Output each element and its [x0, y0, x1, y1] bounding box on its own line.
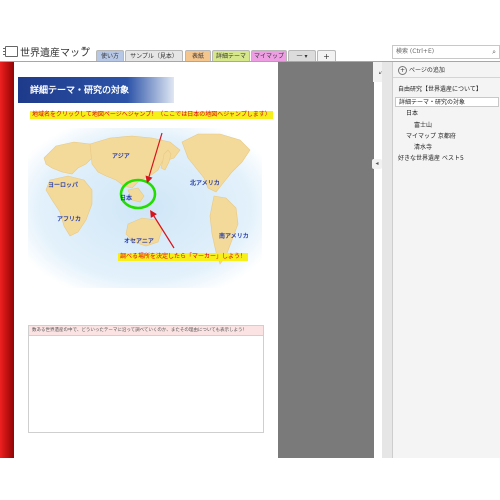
region-link-japan[interactable]: 日本	[120, 193, 132, 202]
subpage-item[interactable]: 清水寺	[414, 143, 432, 153]
subpage-item[interactable]: 富士山	[414, 121, 432, 131]
page-item[interactable]: 自由研究【世界遺産について】	[398, 85, 482, 95]
note-page[interactable]: 詳細テーマ・研究の対象 地域名をクリックして地図ページへジャンプ！（ここでは日本…	[0, 62, 278, 458]
page-item[interactable]: 好きな世界遺産 ベスト5	[398, 154, 464, 164]
page-list-pane: + ページの追加 自由研究【世界遺産について】 詳細テーマ・研究の対象 日本 富士…	[392, 62, 500, 458]
page-accent-bar	[0, 62, 14, 458]
chevron-down-icon[interactable]: ▾	[82, 44, 86, 53]
region-link-north-america[interactable]: 北アメリカ	[190, 178, 220, 187]
region-link-oceania[interactable]: オセアニア	[124, 236, 154, 245]
add-page-label: ページの追加	[409, 67, 445, 74]
region-link-south-america[interactable]: 南アメリカ	[219, 231, 249, 240]
search-input[interactable]: 検索 (Ctrl+E) ⌕	[392, 45, 500, 59]
marker-instruction-note[interactable]: 調べる場所を決定したら「マーカー」しよう！	[118, 253, 249, 261]
page-title[interactable]: 詳細テーマ・研究の対象	[30, 83, 129, 96]
notebook-icon[interactable]	[3, 46, 18, 57]
page-item[interactable]: マイマップ 京都府	[406, 132, 456, 142]
add-page-button[interactable]: + ページの追加	[398, 65, 445, 75]
collapse-pane-icon[interactable]: ◂	[372, 159, 382, 169]
instruction-note[interactable]: 地域名をクリックして地図ページへジャンプ！（ここでは日本の地図へジャンプします）	[30, 111, 273, 119]
page-title-banner: 詳細テーマ・研究の対象	[18, 77, 174, 103]
region-link-asia[interactable]: アジア	[112, 151, 130, 160]
page-list-divider	[393, 77, 500, 78]
region-link-africa[interactable]: アフリカ	[57, 214, 81, 223]
region-link-europe[interactable]: ヨーロッパ	[48, 180, 78, 189]
canvas-margin	[278, 62, 374, 458]
world-map	[28, 128, 262, 288]
theme-text-container[interactable]: 数ある世界遺産の中で、どういったテーマに沿って調べていくのか、またその理由につい…	[28, 325, 264, 433]
notebook-title[interactable]: 世界遺産マップ	[20, 44, 90, 59]
search-placeholder: 検索 (Ctrl+E)	[396, 48, 435, 55]
plus-circle-icon: +	[398, 66, 407, 75]
page-item-selected[interactable]: 詳細テーマ・研究の対象	[395, 97, 499, 107]
pane-divider[interactable]	[382, 62, 392, 458]
text-container-prompt: 数ある世界遺産の中で、どういったテーマに沿って調べていくのか、またその理由につい…	[32, 328, 247, 333]
text-container-header: 数ある世界遺産の中で、どういったテーマに沿って調べていくのか、またその理由につい…	[29, 326, 263, 336]
page-item[interactable]: 日本	[406, 109, 418, 119]
search-icon[interactable]: ⌕	[492, 46, 496, 58]
top-bar: 世界遺産マップ ▾ 使い方 サンプル（見本） 表紙 詳細テーマ マイマップ 一 …	[0, 0, 500, 62]
bottom-area	[0, 458, 500, 500]
